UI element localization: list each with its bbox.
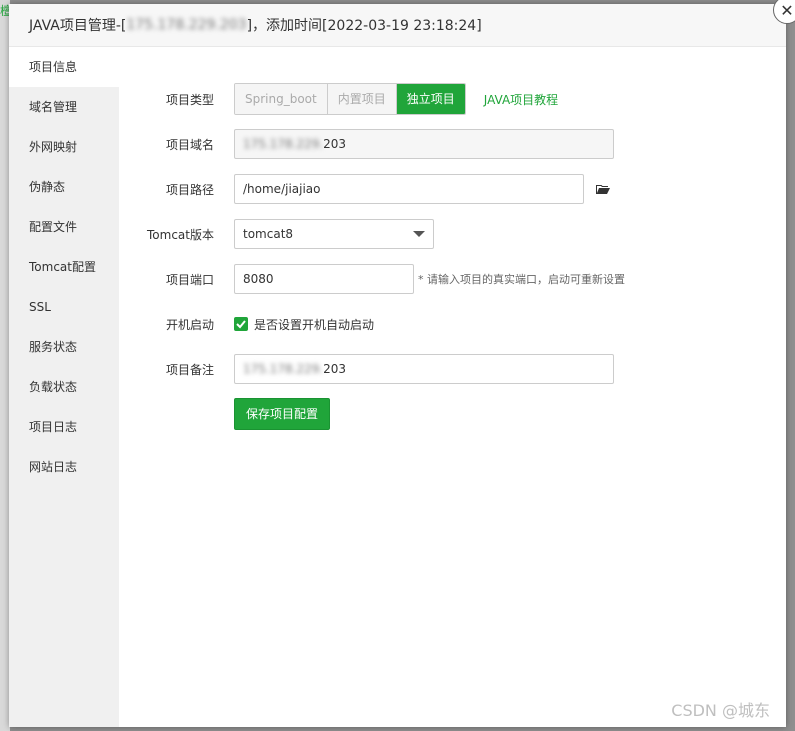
tomcat-version-select[interactable]: tomcat8 [234,219,434,249]
dialog-title-ip: 175.178.229.203 [126,17,247,33]
tomcat-row: Tomcat版本 tomcat8 [119,218,434,250]
autostart-label: 开机启动 [165,317,214,332]
remark-label: 项目备注 [165,362,214,377]
project-type-label: 项目类型 [165,92,214,107]
sidebar-item-label: 配置文件 [29,220,78,234]
remark-row: 项目备注 175.178.229.203 [119,353,614,385]
sidebar-item-ssl[interactable]: SSL [9,287,119,327]
sidebar-item-external-mapping[interactable]: 外网映射 [9,127,119,167]
project-type-segmented: Spring_boot 内置项目 独立项目 [234,83,466,115]
dialog-title-prefix: JAVA项目管理-[ [29,18,127,34]
domain-label: 项目域名 [165,137,214,152]
watermark: CSDN @城东 [671,701,770,720]
sidebar-item-label: 项目日志 [29,420,78,434]
dialog-title-suffix: ]，添加时间[2022-03-19 23:18:24] [246,18,482,34]
path-label: 项目路径 [165,182,214,197]
domain-masked: 175.178.229. [243,137,324,151]
sidebar-item-project-info[interactable]: 项目信息 [9,47,119,87]
sidebar-item-config-file[interactable]: 配置文件 [9,207,119,247]
path-row: 项目路径 /home/jiajiao [119,173,610,205]
java-tutorial-link[interactable]: JAVA项目教程 [484,91,558,108]
java-project-dialog: JAVA项目管理-[ 175.178.229.203 ]，添加时间[2022-0… [9,0,795,727]
sidebar-item-site-log[interactable]: 网站日志 [9,447,119,487]
autostart-checkbox[interactable] [234,317,248,331]
sidebar-item-service-status[interactable]: 服务状态 [9,327,119,367]
tomcat-label: Tomcat版本 [147,227,214,242]
tomcat-value: tomcat8 [243,227,294,241]
sidebar-item-label: 伪静态 [29,180,66,194]
project-type-builtin-button[interactable]: 内置项目 [327,84,397,114]
domain-tail: 203 [323,137,347,151]
sidebar-item-label: 域名管理 [29,100,78,114]
sidebar-item-label: 项目信息 [29,60,78,74]
check-icon [236,320,246,329]
caret-down-icon [413,231,425,237]
autostart-checkbox-label[interactable]: 是否设置开机自动启动 [254,316,374,333]
remark-masked: 175.178.229. [243,362,324,376]
project-type-springboot-button[interactable]: Spring_boot [235,84,328,114]
path-input[interactable]: /home/jiajiao [234,174,584,204]
port-input[interactable]: 8080 [234,264,414,294]
project-type-standalone-button[interactable]: 独立项目 [396,84,465,114]
domain-row: 项目域名 175.178.229.203 [119,128,614,160]
dialog-titlebar: JAVA项目管理-[ 175.178.229.203 ]，添加时间[2022-0… [9,4,786,47]
sidebar-item-rewrite[interactable]: 伪静态 [9,167,119,207]
sidebar-item-label: 外网映射 [29,140,78,154]
project-type-row: 项目类型 Spring_boot 内置项目 独立项目 JAVA项目教程 [119,83,558,115]
save-project-config-button[interactable]: 保存项目配置 [234,398,331,430]
port-label: 项目端口 [165,272,214,287]
autostart-row: 开机启动 是否设置开机自动启动 [119,308,374,340]
sidebar-item-label: SSL [29,300,51,314]
remark-input[interactable]: 175.178.229.203 [234,354,614,384]
sidebar-item-tomcat-config[interactable]: Tomcat配置 [9,247,119,287]
remark-tail: 203 [323,362,347,376]
sidebar-item-label: 网站日志 [29,460,78,474]
close-icon: ✕ [780,0,794,20]
domain-input[interactable]: 175.178.229.203 [234,129,614,159]
path-value: /home/jiajiao [243,182,321,196]
sidebar-item-label: Tomcat配置 [29,260,96,274]
sidebar-item-project-log[interactable]: 项目日志 [9,407,119,447]
port-row: 项目端口 8080 * 请输入项目的真实端口，启动可重新设置 [119,263,625,295]
save-row: 保存项目配置 [119,398,331,430]
sidebar-item-domain[interactable]: 域名管理 [9,87,119,127]
sidebar-item-label: 服务状态 [29,340,78,354]
sidebar: 项目信息 域名管理 外网映射 伪静态 配置文件 Tomcat配置 SSL 服务状… [9,47,119,727]
sidebar-item-load-status[interactable]: 负载状态 [9,367,119,407]
port-hint: * 请输入项目的真实端口，启动可重新设置 [418,273,625,286]
sidebar-item-label: 负载状态 [29,380,78,394]
form-content: 项目类型 Spring_boot 内置项目 独立项目 JAVA项目教程 项目域名… [119,47,786,727]
port-value: 8080 [243,272,274,286]
folder-open-icon[interactable] [596,183,610,195]
